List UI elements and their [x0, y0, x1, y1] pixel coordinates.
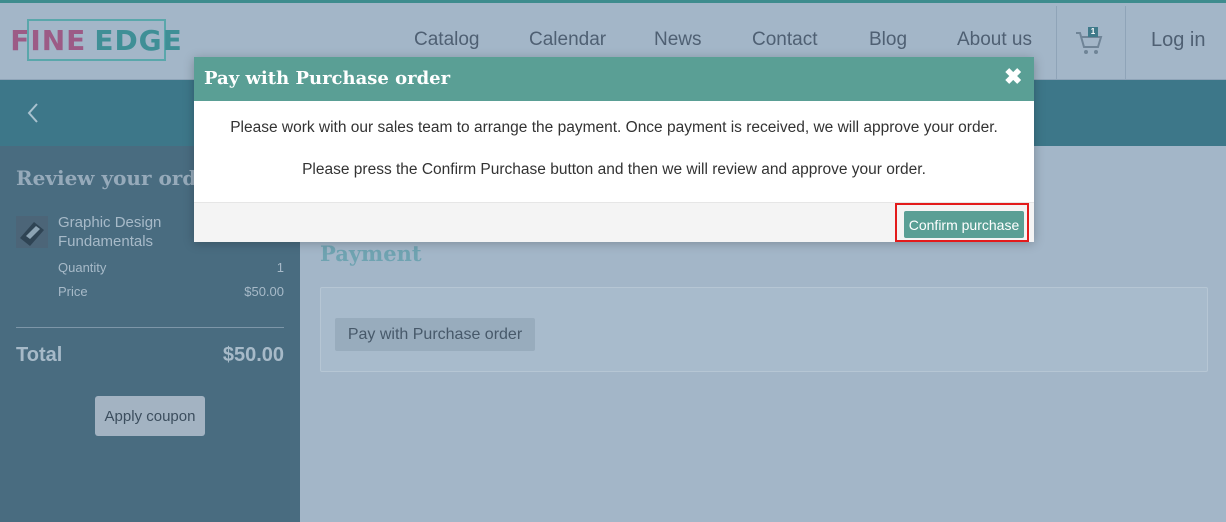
nav-blog[interactable]: Blog: [869, 29, 907, 51]
cart-button[interactable]: 1: [1074, 25, 1104, 57]
quantity-value: 1: [276, 260, 284, 275]
quantity-label: Quantity: [58, 260, 107, 275]
back-button[interactable]: [24, 100, 40, 126]
chevron-left-icon: [27, 103, 38, 123]
total-value: $50.00: [222, 344, 284, 366]
nav-catalog[interactable]: Catalog: [414, 29, 480, 51]
modal-message-2: Please press the Confirm Purchase button…: [302, 161, 926, 178]
price-label: Price: [58, 284, 88, 299]
sidebar-divider: [16, 327, 284, 328]
nav-news[interactable]: News: [654, 29, 702, 51]
nav-contact[interactable]: Contact: [752, 29, 817, 51]
logo-word-2: EDGE: [94, 23, 183, 57]
modal-header: Pay with Purchase order ✖: [194, 57, 1034, 101]
modal-footer: Confirm purchase: [194, 202, 1034, 242]
header-divider: [1056, 6, 1057, 82]
pay-with-po-button[interactable]: Pay with Purchase order: [335, 318, 535, 351]
product-thumbnail: [16, 216, 48, 248]
confirm-highlight-box: Confirm purchase: [895, 203, 1029, 242]
product-name: Graphic Design Fundamentals: [58, 214, 162, 250]
logo-word-1: FINE: [10, 23, 87, 57]
purchase-order-modal: Pay with Purchase order ✖ Please work wi…: [194, 57, 1034, 242]
login-link[interactable]: Log in: [1151, 29, 1206, 52]
header-divider: [1125, 6, 1126, 82]
modal-message-1: Please work with our sales team to arran…: [230, 119, 998, 136]
total-label: Total: [16, 344, 63, 366]
price-value: $50.00: [244, 284, 284, 299]
close-icon[interactable]: ✖: [1004, 66, 1022, 88]
site-logo[interactable]: FINE EDGE: [10, 19, 182, 61]
apply-coupon-button[interactable]: Apply coupon: [95, 396, 205, 436]
nav-calendar[interactable]: Calendar: [529, 29, 606, 51]
modal-title: Pay with Purchase order: [204, 68, 451, 89]
payment-heading: Payment: [320, 241, 422, 266]
sidebar-title: Review your order: [16, 166, 220, 190]
cart-count-badge: 1: [1088, 27, 1098, 37]
nav-about-us[interactable]: About us: [957, 29, 1032, 51]
confirm-purchase-button[interactable]: Confirm purchase: [904, 211, 1024, 238]
